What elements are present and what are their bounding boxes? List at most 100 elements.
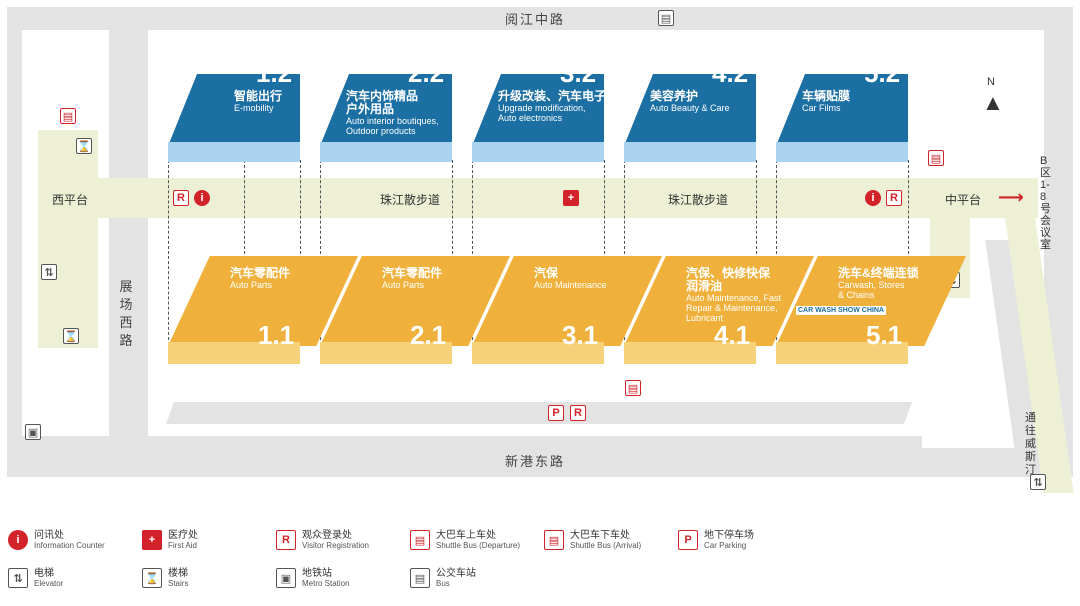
legend-item: i 问讯处 Information Counter bbox=[8, 530, 105, 550]
shuttle-departure-icon: ▤ bbox=[410, 530, 430, 550]
hall-name-cn: 车辆贴膜 bbox=[802, 89, 851, 103]
west-walkway-vertical bbox=[38, 130, 98, 348]
hall-name-en: Auto Maintenance, Fast Repair & Maintena… bbox=[686, 293, 782, 323]
info-icon[interactable]: i bbox=[194, 190, 210, 206]
metro-icon[interactable]: ▣ bbox=[25, 424, 41, 440]
legend-item: ▤ 公交车站 Bus bbox=[410, 568, 476, 588]
legend-item: ⌛ 楼梯 Stairs bbox=[142, 568, 188, 588]
west-platform-label: 西平台 bbox=[52, 193, 89, 207]
parking-icon: P bbox=[678, 530, 698, 550]
shuttle-arrival-icon[interactable]: ▤ bbox=[625, 380, 641, 396]
hall-name-en: Auto Maintenance bbox=[534, 280, 607, 290]
legend-label-en: Elevator bbox=[34, 579, 64, 588]
legend-label-cn: 大巴车上车处 bbox=[436, 530, 496, 541]
hall-name-cn: 汽车零配件 bbox=[382, 266, 443, 280]
legend-text: 地铁站 Metro Station bbox=[302, 568, 350, 588]
hall-text: 汽车内饰精品 户外用品 Auto interior boutiques, Outd… bbox=[346, 89, 478, 137]
road-north-label: 阅江中路 bbox=[505, 12, 566, 27]
hall-number: 2.2 bbox=[408, 58, 445, 88]
middle-platform-label: 中平台 bbox=[945, 193, 982, 207]
hall-number: 3.1 bbox=[562, 320, 599, 350]
hall-name-cn: 汽保 bbox=[534, 266, 559, 280]
dash-line bbox=[168, 160, 169, 345]
hall-upper-front bbox=[168, 142, 300, 162]
registration-icon[interactable]: R bbox=[886, 190, 902, 206]
first-aid-icon[interactable]: + bbox=[563, 190, 579, 206]
info-icon[interactable]: i bbox=[865, 190, 881, 206]
shuttle-departure-icon[interactable]: ▤ bbox=[60, 108, 76, 124]
legend-text: 问讯处 Information Counter bbox=[34, 530, 105, 550]
registration-icon: R bbox=[276, 530, 296, 550]
info-icon: i bbox=[8, 530, 28, 550]
hall-text: 美容养护 Auto Beauty & Care bbox=[650, 89, 782, 114]
shuttle-arrival-icon: ▤ bbox=[544, 530, 564, 550]
legend-label-en: Shuttle Bus (Departure) bbox=[436, 541, 521, 550]
registration-icon[interactable]: R bbox=[173, 190, 189, 206]
promenade-label-2: 珠江散步道 bbox=[668, 193, 729, 207]
elevator-icon[interactable]: ⇅ bbox=[1030, 474, 1046, 490]
stairs-icon[interactable]: ⌛ bbox=[76, 138, 92, 154]
hall-text: 汽保、快修快保 润滑油 Auto Maintenance, Fast Repair… bbox=[686, 266, 806, 324]
to-venice-label: 通往威斯汀 bbox=[1025, 412, 1036, 476]
legend-item: R 观众登录处 Visitor Registration bbox=[276, 530, 369, 550]
parking-icon[interactable]: P bbox=[548, 405, 564, 421]
carwash-badge: CAR WASH SHOW CHINA bbox=[796, 306, 886, 315]
legend-label-cn: 公交车站 bbox=[436, 568, 476, 579]
legend-label-en: Car Parking bbox=[704, 541, 747, 550]
road-west-label: 展场西路 bbox=[119, 279, 135, 348]
elevator-icon[interactable]: ⇅ bbox=[41, 264, 57, 280]
legend-label-cn: 电梯 bbox=[34, 568, 54, 579]
hall-name-cn: 美容养护 bbox=[650, 89, 699, 103]
stairs-icon[interactable]: ⌛ bbox=[63, 328, 79, 344]
hall-upper-front bbox=[624, 142, 756, 162]
legend-text: 大巴车上车处 Shuttle Bus (Departure) bbox=[436, 530, 520, 550]
hall-number: 4.1 bbox=[714, 320, 751, 350]
legend-label-cn: 地铁站 bbox=[302, 568, 332, 579]
arrow-right-icon: ⟶ bbox=[998, 187, 1024, 207]
legend-text: 电梯 Elevator bbox=[34, 568, 63, 588]
legend-label-cn: 楼梯 bbox=[168, 568, 188, 579]
promenade-label-1: 珠江散步道 bbox=[380, 193, 441, 207]
hall-name-cn: 汽保、快修快保 润滑油 bbox=[686, 266, 771, 293]
legend-text: 观众登录处 Visitor Registration bbox=[302, 530, 369, 550]
hall-upper-front bbox=[320, 142, 452, 162]
shuttle-departure-icon[interactable]: ▤ bbox=[928, 150, 944, 166]
north-label: N bbox=[987, 76, 995, 88]
metro-icon: ▣ bbox=[276, 568, 296, 588]
road-south-label: 新港东路 bbox=[505, 454, 566, 469]
hall-name-en: Car Films bbox=[802, 103, 841, 113]
hall-number: 4.2 bbox=[712, 58, 749, 88]
hall-name-en: Auto Parts bbox=[230, 280, 273, 290]
hall-number: 1.1 bbox=[258, 320, 295, 350]
bus-icon[interactable]: ▤ bbox=[658, 10, 674, 26]
registration-icon[interactable]: R bbox=[570, 405, 586, 421]
legend-item: P 地下停车场 Car Parking bbox=[678, 530, 754, 550]
legend-item: ⇅ 电梯 Elevator bbox=[8, 568, 63, 588]
hall-number: 5.2 bbox=[864, 58, 901, 88]
hall-name-en: Auto interior boutiques, Outdoor product… bbox=[346, 116, 439, 136]
hall-text: 汽保 Auto Maintenance bbox=[534, 266, 654, 291]
hall-upper-front bbox=[776, 142, 908, 162]
hall-text: 车辆贴膜 Car Films bbox=[802, 89, 934, 114]
legend-label-en: Shuttle Bus (Arrival) bbox=[570, 541, 642, 550]
legend-label-en: Metro Station bbox=[302, 579, 350, 588]
hall-name-cn: 汽车内饰精品 户外用品 bbox=[346, 89, 419, 116]
legend-text: 大巴车下车处 Shuttle Bus (Arrival) bbox=[570, 530, 641, 550]
legend-label-en: Visitor Registration bbox=[302, 541, 369, 550]
first-aid-icon: + bbox=[142, 530, 162, 550]
legend-label-cn: 观众登录处 bbox=[302, 530, 352, 541]
hall-name-en: Auto Beauty & Care bbox=[650, 103, 730, 113]
legend-label-en: First Aid bbox=[168, 541, 197, 550]
north-arrow-icon: ▲ bbox=[982, 90, 1004, 115]
hall-number: 3.2 bbox=[560, 58, 597, 88]
legend-label-cn: 地下停车场 bbox=[704, 530, 754, 541]
hall-name-en: Upgrade modification, Auto electronics bbox=[498, 103, 586, 123]
elevator-icon: ⇅ bbox=[8, 568, 28, 588]
legend-label-en: Bus bbox=[436, 579, 450, 588]
legend-label-en: Stairs bbox=[168, 579, 189, 588]
legend-item: ▤ 大巴车下车处 Shuttle Bus (Arrival) bbox=[544, 530, 641, 550]
hall-text: 汽车零配件 Auto Parts bbox=[382, 266, 502, 291]
legend-text: 医疗处 First Aid bbox=[168, 530, 198, 550]
hall-text: 洗车&终端连锁 Carwash, Stores & Chains bbox=[838, 267, 958, 301]
legend-item: + 医疗处 First Aid bbox=[142, 530, 198, 550]
